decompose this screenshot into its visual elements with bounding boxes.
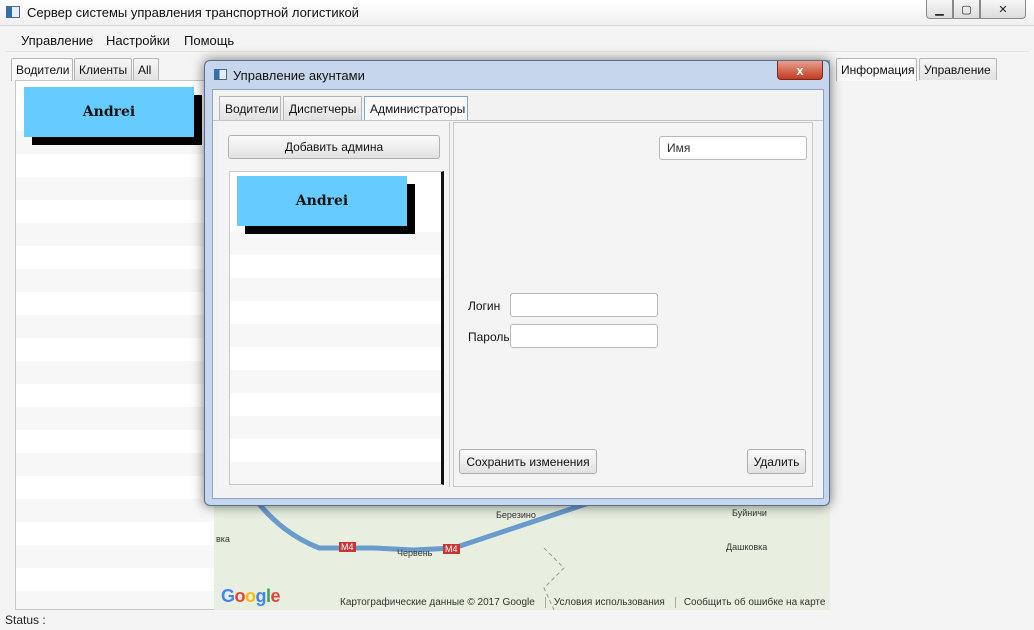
minimize-icon: ▁: [935, 3, 944, 16]
admins-list[interactable]: Andrei: [229, 171, 444, 485]
menu-nastroiki[interactable]: Настройки: [106, 33, 170, 48]
tab-all[interactable]: All: [133, 58, 159, 80]
map-report-link[interactable]: Сообщить об ошибке на карте: [674, 597, 825, 608]
map-label-buinichi: Буйничи: [732, 508, 767, 518]
menu-upravlenie[interactable]: Управление: [21, 33, 93, 48]
map-label-berezino: Березино: [496, 510, 536, 520]
delete-button[interactable]: Удалить: [747, 449, 806, 474]
admin-card[interactable]: Andrei: [237, 176, 407, 226]
password-label: Пароль: [468, 330, 510, 344]
dialog-title: Управление акунтами: [233, 68, 365, 83]
window-titlebar: Сервер системы управления транспортной л…: [0, 0, 1034, 26]
map-road-m4: M4: [339, 542, 356, 552]
dialog-icon: [214, 69, 227, 80]
window-title: Сервер системы управления транспортной л…: [27, 5, 359, 20]
tab-manage[interactable]: Управление: [919, 58, 997, 80]
login-field[interactable]: [510, 293, 658, 317]
dialog-close-button[interactable]: x: [777, 61, 823, 80]
map-view[interactable]: Березино Буйничи Дашковка Червень вка M4…: [214, 498, 830, 610]
dialog-tab-dispatchers[interactable]: Диспетчеры: [283, 96, 362, 120]
map-copyright: Картографические данные © 2017 Google: [340, 597, 535, 608]
dialog-tab-admins[interactable]: Администраторы: [364, 96, 468, 120]
map-label-vka: вка: [216, 534, 230, 544]
map-footer: Картографические данные © 2017 Google Ус…: [340, 597, 825, 608]
dialog-list-stripes: [230, 232, 441, 484]
maximize-icon: ▢: [961, 3, 972, 16]
app-icon: [6, 6, 20, 18]
accounts-dialog: Управление акунтами x Водители Диспетчер…: [204, 60, 830, 506]
map-label-dashkovka: Дашковка: [726, 542, 768, 552]
dialog-tab-drivers[interactable]: Водители: [219, 96, 281, 120]
map-terms-link[interactable]: Условия использования: [544, 597, 665, 608]
tab-clients[interactable]: Клиенты: [74, 58, 132, 80]
map-label-cherven: Червень: [397, 548, 433, 558]
password-field[interactable]: [510, 324, 658, 348]
list-stripes: [16, 131, 214, 609]
minimize-button[interactable]: ▁: [926, 0, 953, 19]
right-panel: [830, 80, 1029, 610]
dialog-body: Водители Диспетчеры Администраторы Добав…: [212, 89, 824, 499]
add-admin-button[interactable]: Добавить админа: [228, 135, 440, 159]
drivers-list[interactable]: Andrei: [15, 80, 215, 610]
status-label: Status :: [5, 613, 46, 627]
tab-divider: [213, 120, 823, 121]
maximize-button[interactable]: ▢: [953, 0, 980, 19]
save-changes-button[interactable]: Сохранить изменения: [459, 449, 597, 474]
menu-bar: Управление Настройки Помощь: [5, 28, 1029, 52]
status-bar: Status :: [0, 610, 1034, 630]
admin-details-panel: Логин Пароль Сохранить изменения Удалить: [453, 122, 813, 487]
map-road-m4-2: M4: [443, 544, 460, 554]
admins-list-panel: Добавить админа Andrei: [219, 122, 450, 487]
tab-info[interactable]: Информация: [836, 58, 917, 81]
close-button[interactable]: ✕: [980, 0, 1026, 19]
name-field[interactable]: [659, 136, 807, 160]
driver-card[interactable]: Andrei: [24, 87, 194, 137]
tab-drivers[interactable]: Водители: [11, 58, 73, 81]
close-icon: x: [796, 62, 804, 78]
google-logo: Google: [221, 586, 281, 606]
menu-pomosch[interactable]: Помощь: [184, 33, 234, 48]
close-icon: ✕: [998, 3, 1008, 16]
login-label: Логин: [468, 299, 501, 313]
